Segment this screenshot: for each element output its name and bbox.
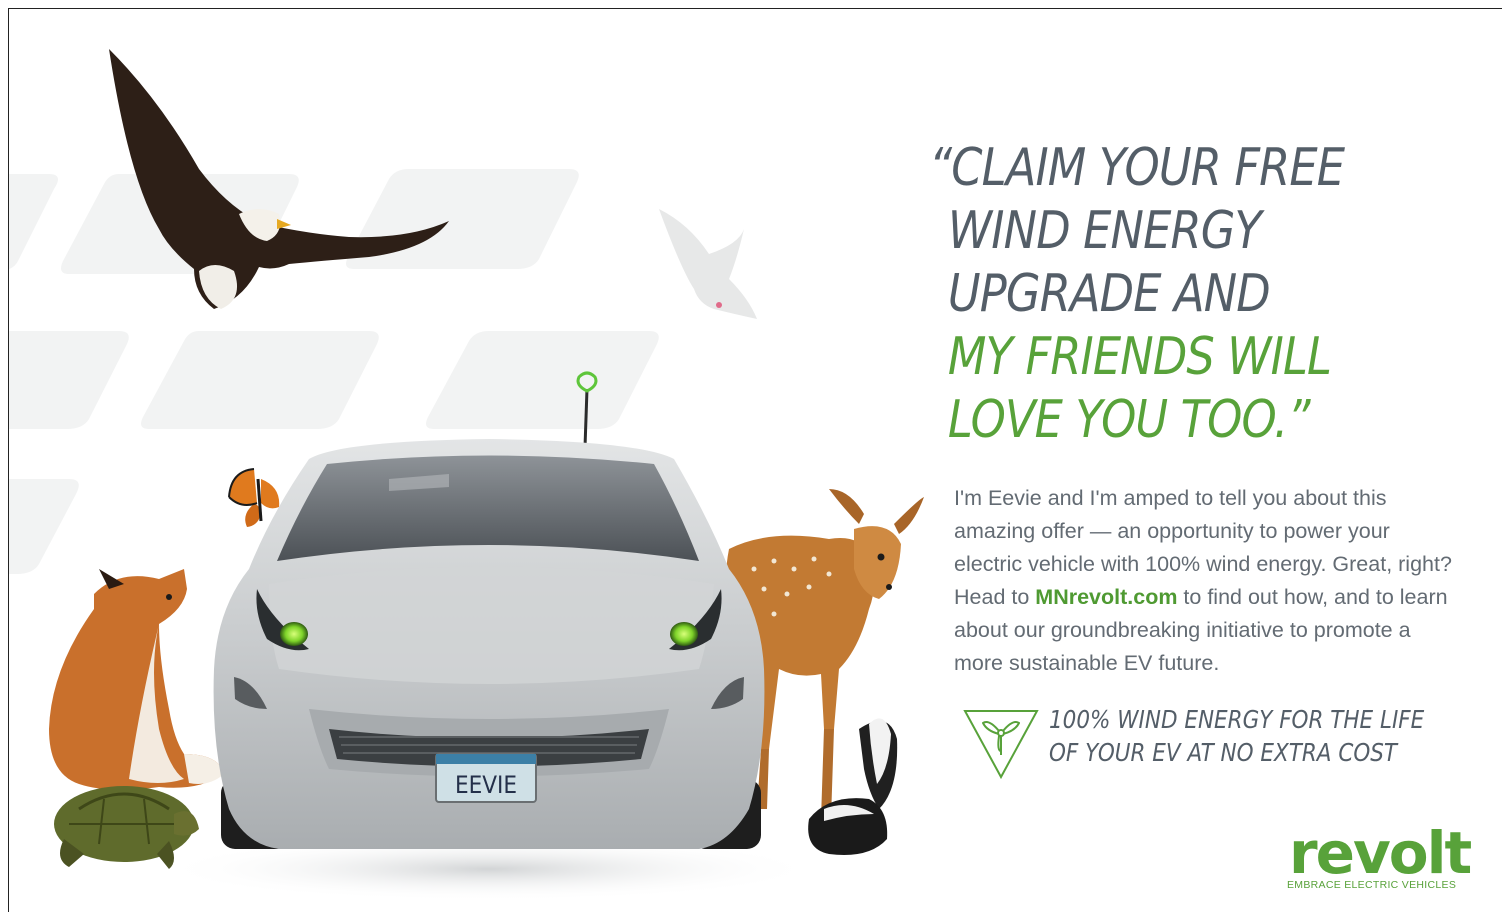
butterfly-illustration: [228, 468, 280, 527]
logo-tagline: EMBRACE ELECTRIC VEHICLES: [1287, 879, 1457, 891]
wind-turbine-icon: [963, 710, 1039, 780]
electric-car-illustration: EEVIE: [213, 371, 765, 849]
tagline: 100% WIND ENERGY FOR THE LIFE OF YOUR EV…: [1049, 703, 1424, 769]
turtle-illustration: [54, 786, 199, 869]
headline-quote: “CLAIM YOUR FREE WIND ENERGY UPGRADE AND…: [929, 137, 1393, 452]
headline-line-3: UPGRADE AND: [947, 264, 1271, 324]
ad-artwork: EEVIE: [9, 49, 924, 901]
tagline-line-2: OF YOUR EV AT NO EXTRA COST: [1049, 738, 1398, 767]
headline-line-1: “CLAIM YOUR FREE: [929, 138, 1345, 198]
website-link[interactable]: MNrevolt.com: [1035, 585, 1177, 609]
advertisement: EEVIE “CLAIM YOUR FREE WIND ENERGY UPGRA…: [8, 8, 1502, 912]
tagline-line-1: 100% WIND ENERGY FOR THE LIFE: [1049, 705, 1425, 734]
fox-illustration: [49, 569, 224, 790]
body-copy: I'm Eevie and I'm amped to tell you abou…: [954, 482, 1454, 680]
headline-line-2: WIND ENERGY: [947, 201, 1262, 261]
headline-line-5: LOVE YOU TOO.”: [947, 390, 1311, 450]
license-plate: EEVIE: [435, 753, 537, 803]
dove-illustration: [659, 209, 757, 319]
headline-line-4: MY FRIENDS WILL: [947, 327, 1332, 387]
skunk-illustration: [808, 718, 898, 855]
license-plate-text: EEVIE: [455, 771, 517, 799]
logo-wordmark: revolt: [1289, 819, 1471, 887]
